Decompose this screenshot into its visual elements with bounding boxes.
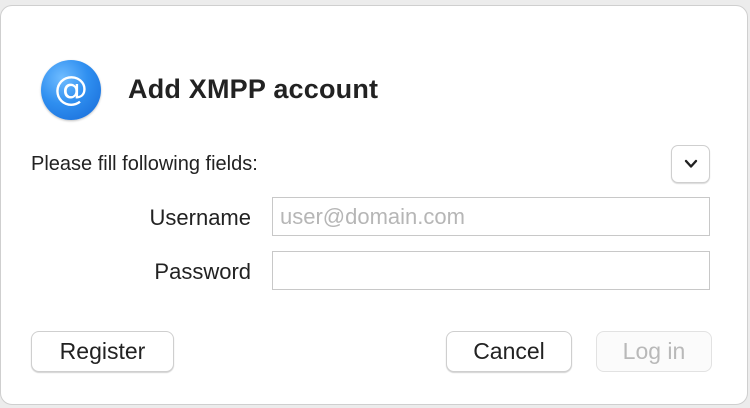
cancel-button[interactable]: Cancel (446, 331, 572, 372)
instructions-text: Please fill following fields: (31, 153, 258, 175)
chevron-down-icon (684, 159, 697, 168)
login-button[interactable]: Log in (596, 331, 712, 372)
add-xmpp-account-dialog: @ Add XMPP account Please fill following… (0, 5, 748, 405)
username-label: Username (149, 205, 251, 230)
password-label: Password (154, 259, 251, 284)
at-sign-icon: @ (41, 60, 101, 120)
password-input[interactable] (272, 251, 710, 290)
register-button[interactable]: Register (31, 331, 174, 372)
disclosure-button[interactable] (671, 145, 710, 183)
username-input[interactable] (272, 197, 710, 236)
dialog-title: Add XMPP account (128, 74, 379, 104)
